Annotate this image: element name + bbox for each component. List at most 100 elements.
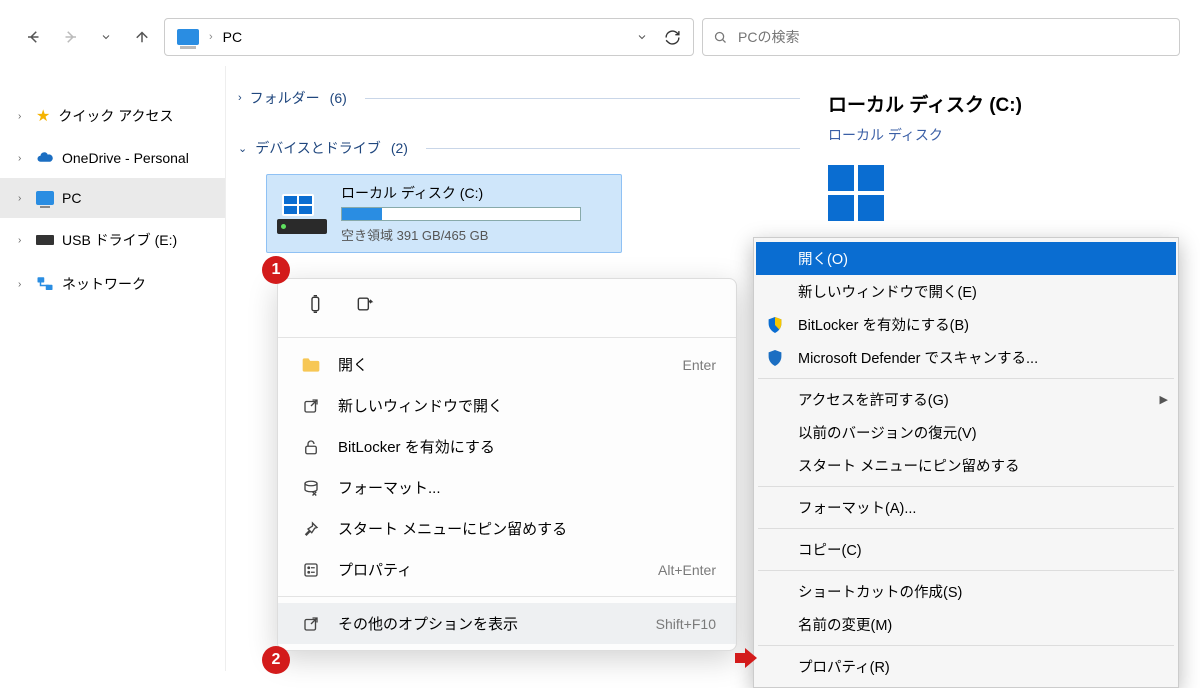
ctx2-open-new-window[interactable]: 新しいウィンドウで開く(E) — [756, 275, 1176, 308]
rename-icon-button[interactable] — [304, 291, 330, 317]
expand-chevron-icon[interactable]: › — [18, 111, 28, 122]
annotation-badge-1: 1 — [262, 256, 290, 284]
expand-chevron-icon[interactable]: › — [18, 193, 28, 204]
menu-label: 名前の変更(M) — [798, 614, 1168, 635]
ctx-open-new-window[interactable]: 新しいウィンドウで開く — [278, 385, 736, 426]
sidebar-item-pc[interactable]: › PC — [0, 178, 225, 218]
ctx2-restore-previous[interactable]: 以前のバージョンの復元(V) — [756, 416, 1176, 449]
open-external-icon — [300, 397, 322, 415]
search-box[interactable] — [702, 18, 1180, 56]
ctx2-properties[interactable]: プロパティ(R) — [756, 650, 1176, 683]
ctx2-format[interactable]: フォーマット(A)... — [756, 491, 1176, 524]
sidebar-item-quick-access[interactable]: › ★ クイック アクセス — [0, 94, 225, 138]
ctx-open[interactable]: 開く Enter — [278, 344, 736, 385]
local-disk-icon — [277, 194, 327, 234]
menu-shortcut: Shift+F10 — [656, 616, 716, 632]
menu-label: プロパティ — [338, 559, 642, 580]
details-subtitle: ローカル ディスク — [828, 125, 1184, 145]
menu-label: アクセスを許可する(G) — [798, 389, 1148, 410]
drive-free-label: 空き領域 391 GB/465 GB — [341, 225, 581, 244]
annotation-badge-2: 2 — [262, 646, 290, 674]
ctx2-give-access[interactable]: アクセスを許可する(G)▶ — [756, 383, 1176, 416]
expand-chevron-icon[interactable]: › — [18, 279, 28, 290]
group-label: デバイスとドライブ — [255, 138, 381, 158]
drive-name: ローカル ディスク (C:) — [341, 183, 581, 203]
usb-drive-icon — [36, 235, 54, 245]
format-icon — [300, 479, 322, 497]
sidebar-item-label: USB ドライブ (E:) — [62, 230, 177, 250]
ctx2-create-shortcut[interactable]: ショートカットの作成(S) — [756, 575, 1176, 608]
sidebar-item-label: クイック アクセス — [58, 106, 173, 126]
expand-chevron-icon[interactable]: › — [18, 153, 28, 164]
windows-logo-icon — [828, 165, 884, 221]
divider — [758, 378, 1174, 379]
sidebar-item-onedrive[interactable]: › OneDrive - Personal — [0, 138, 225, 178]
nav-back-button[interactable] — [20, 23, 48, 51]
menu-label: フォーマット... — [338, 477, 700, 498]
details-title: ローカル ディスク (C:) — [828, 90, 1184, 117]
group-drives[interactable]: ⌄ デバイスとドライブ (2) — [236, 132, 802, 164]
ctx-properties[interactable]: プロパティ Alt+Enter — [278, 549, 736, 590]
menu-label: Microsoft Defender でスキャンする... — [798, 347, 1168, 368]
annotation-arrow-icon — [735, 648, 757, 668]
ctx-pin-start[interactable]: スタート メニューにピン留めする — [278, 508, 736, 549]
lock-icon — [300, 438, 322, 456]
nav-up-button[interactable] — [128, 23, 156, 51]
navigation-bar: › PC — [0, 0, 1200, 66]
pc-icon — [177, 29, 199, 45]
more-options-icon — [300, 615, 322, 633]
refresh-button[interactable] — [657, 29, 687, 46]
properties-icon — [300, 561, 322, 579]
ctx2-pin-start[interactable]: スタート メニューにピン留めする — [756, 449, 1176, 482]
ctx-more-options[interactable]: その他のオプションを表示 Shift+F10 — [278, 603, 736, 644]
menu-label: 開く(O) — [798, 248, 1168, 269]
menu-shortcut: Alt+Enter — [658, 562, 716, 578]
context-menu-classic: 開く(O) 新しいウィンドウで開く(E) BitLocker を有効にする(B)… — [753, 237, 1179, 688]
sidebar-item-network[interactable]: › ネットワーク — [0, 262, 225, 306]
menu-label: 以前のバージョンの復元(V) — [798, 422, 1168, 443]
ctx2-copy[interactable]: コピー(C) — [756, 533, 1176, 566]
pc-icon — [36, 191, 54, 205]
search-input[interactable] — [738, 29, 1169, 45]
chevron-right-icon: › — [209, 31, 213, 43]
nav-tree: › ★ クイック アクセス › OneDrive - Personal › PC… — [0, 66, 225, 671]
context-menu-modern: 開く Enter 新しいウィンドウで開く BitLocker を有効にする フォ… — [277, 278, 737, 651]
drive-usage-bar — [341, 207, 581, 221]
divider — [426, 148, 800, 149]
sidebar-item-label: PC — [62, 190, 81, 206]
divider — [365, 98, 800, 99]
sidebar-item-label: ネットワーク — [62, 274, 146, 294]
group-folders[interactable]: › フォルダー (6) — [236, 82, 802, 114]
sidebar-item-label: OneDrive - Personal — [62, 150, 189, 166]
ctx2-defender-scan[interactable]: Microsoft Defender でスキャンする... — [756, 341, 1176, 374]
star-icon: ★ — [36, 106, 50, 126]
folder-icon — [300, 356, 322, 374]
addr-dropdown[interactable] — [627, 31, 657, 43]
divider — [758, 528, 1174, 529]
menu-label: コピー(C) — [798, 539, 1168, 560]
address-bar[interactable]: › PC — [164, 18, 694, 56]
menu-label: BitLocker を有効にする — [338, 436, 700, 457]
menu-label: プロパティ(R) — [798, 656, 1168, 677]
menu-label: 新しいウィンドウで開く — [338, 395, 700, 416]
pin-icon — [300, 520, 322, 538]
menu-label: フォーマット(A)... — [798, 497, 1168, 518]
ctx-bitlocker[interactable]: BitLocker を有効にする — [278, 426, 736, 467]
ctx-format[interactable]: フォーマット... — [278, 467, 736, 508]
menu-label: スタート メニューにピン留めする — [798, 455, 1168, 476]
nav-forward-button[interactable] — [56, 23, 84, 51]
ctx2-bitlocker[interactable]: BitLocker を有効にする(B) — [756, 308, 1176, 341]
chevron-right-icon: › — [238, 92, 242, 104]
ctx2-open[interactable]: 開く(O) — [756, 242, 1176, 275]
divider — [758, 486, 1174, 487]
drive-item-c[interactable]: ローカル ディスク (C:) 空き領域 391 GB/465 GB — [266, 174, 622, 253]
breadcrumb-label[interactable]: PC — [223, 29, 242, 45]
eject-icon-button[interactable] — [352, 291, 378, 317]
menu-label: ショートカットの作成(S) — [798, 581, 1168, 602]
menu-label: 新しいウィンドウで開く(E) — [798, 281, 1168, 302]
search-icon — [713, 30, 728, 45]
expand-chevron-icon[interactable]: › — [18, 235, 28, 246]
nav-recent-dropdown[interactable] — [92, 23, 120, 51]
sidebar-item-usb[interactable]: › USB ドライブ (E:) — [0, 218, 225, 262]
ctx2-rename[interactable]: 名前の変更(M) — [756, 608, 1176, 641]
